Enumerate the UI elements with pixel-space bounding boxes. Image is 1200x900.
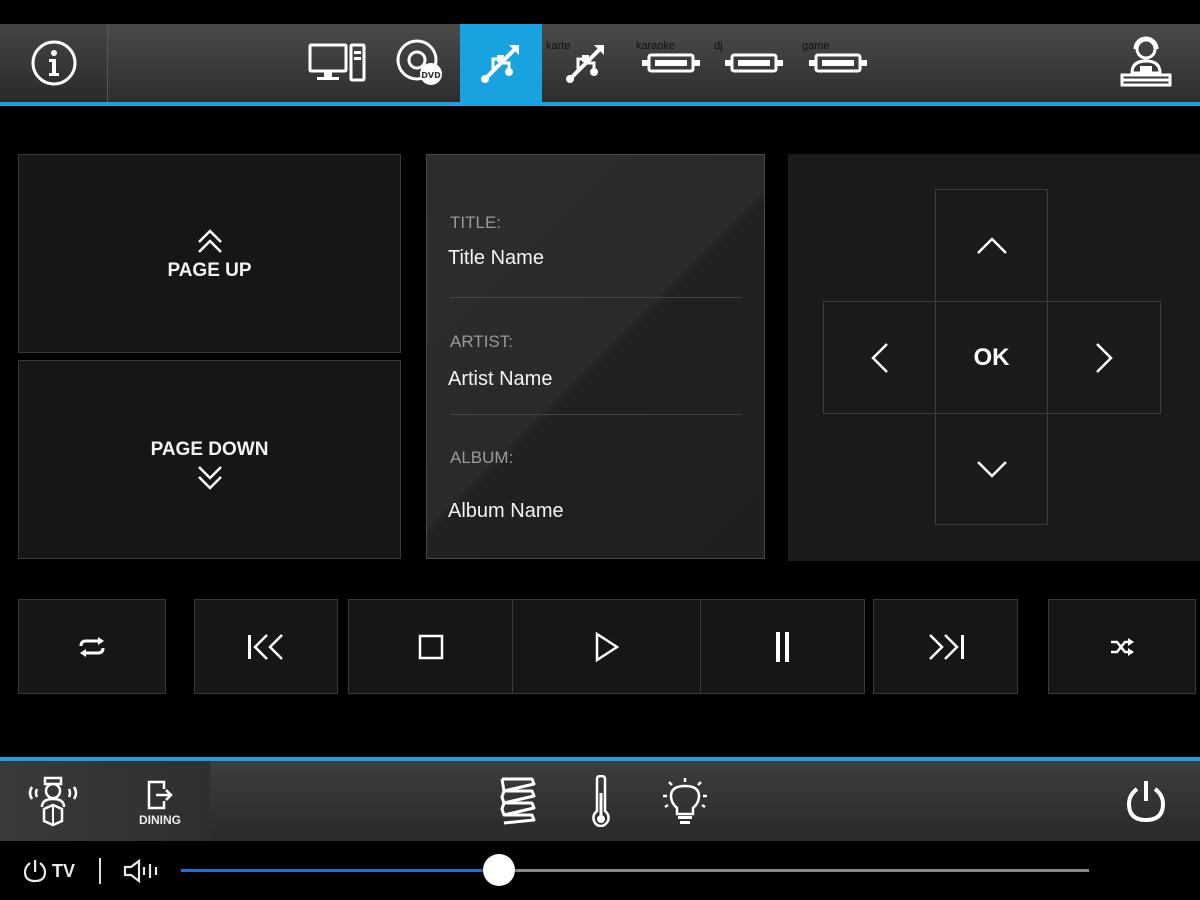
operator-icon — [1120, 36, 1172, 87]
volume-slider[interactable] — [181, 854, 1089, 886]
source-hdmi-karaoke-button[interactable]: karaoke — [632, 24, 710, 102]
previous-button[interactable] — [194, 599, 338, 694]
shuffle-icon — [1111, 637, 1134, 656]
dpad-down-button[interactable] — [935, 413, 1048, 525]
pause-icon — [775, 631, 789, 662]
source-hdmi-dj-button[interactable]: dj — [714, 24, 794, 102]
dpad-ok-button[interactable]: OK — [935, 301, 1048, 414]
double-chevron-up-icon — [197, 228, 222, 253]
page-up-label: PAGE UP — [167, 259, 252, 281]
page-up-button[interactable]: PAGE UP — [18, 154, 401, 353]
page-down-label: PAGE DOWN — [150, 438, 269, 460]
tv-label: TV — [52, 861, 76, 881]
title-value: Title Name — [448, 247, 544, 269]
volume-knob[interactable] — [483, 854, 515, 886]
source-label: karaoke — [636, 40, 676, 52]
next-button[interactable] — [873, 599, 1018, 694]
power-button[interactable] — [1115, 773, 1177, 829]
power-icon — [1126, 781, 1166, 823]
skip-back-icon — [248, 633, 283, 660]
mute-button[interactable] — [122, 858, 160, 889]
waiter-icon — [28, 776, 78, 827]
stop-button[interactable] — [348, 599, 513, 694]
power-icon — [23, 860, 47, 883]
info-icon — [31, 40, 76, 86]
album-value: Album Name — [448, 500, 564, 522]
lighting-button[interactable] — [656, 771, 714, 831]
chevron-down-icon — [976, 461, 1007, 478]
pause-button[interactable] — [700, 599, 865, 694]
top-bar: DVD karte karaoke dj game — [0, 24, 1200, 102]
speaker-icon — [123, 858, 158, 884]
dpad-area: OK — [788, 154, 1200, 561]
divider — [450, 414, 742, 415]
pc-icon — [308, 43, 366, 82]
hdmi-icon — [809, 53, 867, 73]
double-chevron-down-icon — [197, 465, 222, 490]
shuffle-button[interactable] — [1048, 599, 1196, 694]
source-label: karte — [546, 40, 571, 52]
usb-icon — [481, 45, 519, 83]
dining-button[interactable]: DINING — [128, 771, 192, 835]
source-hdmi-game-button[interactable]: game — [798, 24, 878, 102]
svg-text:DVD: DVD — [421, 71, 441, 80]
blinds-icon — [500, 777, 536, 825]
source-label: dj — [714, 40, 723, 52]
hdmi-icon — [725, 53, 783, 73]
dpad-up-button[interactable] — [935, 189, 1048, 302]
play-button[interactable] — [512, 599, 701, 694]
dpad-right-button[interactable] — [1047, 301, 1161, 414]
thermometer-icon — [592, 775, 610, 827]
dvd-icon: DVD — [396, 39, 442, 85]
repeat-button[interactable] — [18, 599, 166, 694]
skip-forward-icon — [928, 633, 964, 660]
source-dvd-button[interactable]: DVD — [380, 24, 460, 102]
stop-icon — [418, 634, 443, 659]
play-icon — [595, 631, 619, 662]
light-bulb-icon — [663, 778, 707, 824]
track-info-panel: TITLE: Title Name ARTIST: Artist Name AL… — [426, 154, 765, 559]
artist-label: ARTIST: — [450, 332, 513, 351]
climate-button[interactable] — [578, 773, 624, 829]
hdmi-icon — [642, 53, 700, 73]
source-pc-button[interactable] — [297, 24, 377, 102]
chevron-left-icon — [870, 342, 888, 373]
volume-row: TV — [0, 841, 1200, 900]
ok-label: OK — [973, 343, 1010, 371]
service-call-button[interactable] — [18, 769, 88, 833]
exit-door-icon — [147, 780, 173, 810]
tv-power-button[interactable] — [22, 858, 48, 889]
top-accent-line — [0, 102, 1200, 106]
shades-button[interactable] — [490, 773, 546, 829]
album-label: ALBUM: — [450, 448, 514, 467]
divider — [450, 297, 742, 298]
usb-icon — [566, 45, 604, 83]
dpad-left-button[interactable] — [823, 301, 936, 414]
info-button[interactable] — [0, 24, 108, 102]
operator-button[interactable] — [1092, 24, 1200, 102]
page-down-button[interactable]: PAGE DOWN — [18, 360, 401, 559]
source-label: game — [802, 40, 830, 52]
volume-fill — [181, 869, 499, 872]
dining-label: DINING — [139, 813, 181, 827]
chevron-up-icon — [976, 236, 1007, 254]
title-label: TITLE: — [450, 213, 502, 232]
source-usb-button[interactable] — [460, 24, 542, 102]
repeat-icon — [79, 636, 105, 657]
chevron-right-icon — [1096, 342, 1113, 373]
divider — [99, 858, 101, 884]
source-usb-karaoke-button[interactable]: karte — [546, 24, 626, 102]
artist-value: Artist Name — [448, 368, 553, 390]
bottom-bar: DINING — [0, 761, 1200, 841]
